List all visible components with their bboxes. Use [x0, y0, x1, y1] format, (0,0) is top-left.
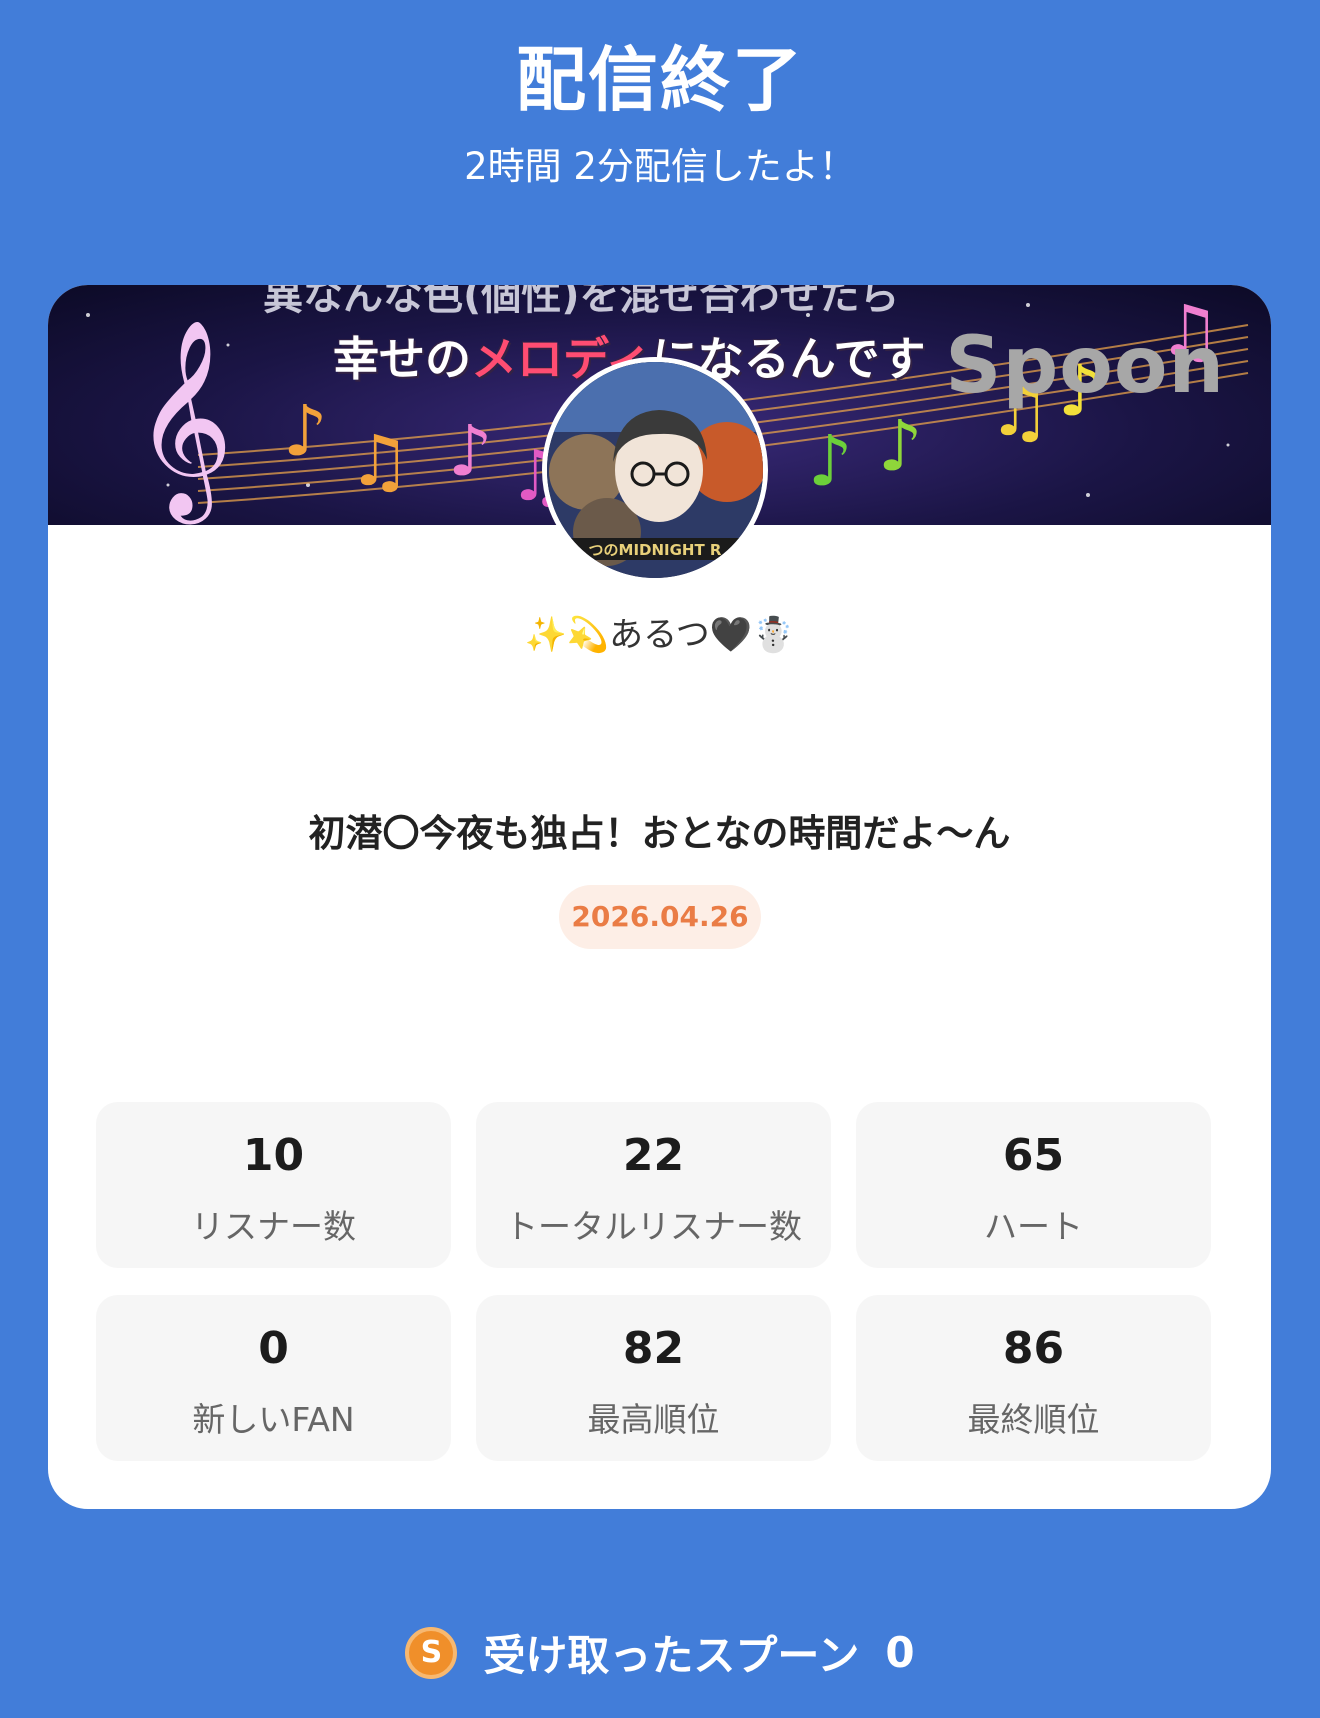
avatar-image: つのMIDNIGHT R — [547, 362, 763, 578]
stat-label: 最終順位 — [967, 1400, 1100, 1439]
stat-value: 65 — [1002, 1130, 1065, 1181]
svg-text:♪: ♪ — [283, 390, 328, 472]
svg-text:♪: ♪ — [808, 420, 853, 502]
svg-text:♪: ♪ — [878, 405, 923, 487]
stat-value: 82 — [622, 1323, 685, 1374]
broadcast-duration: 2時間 2分配信したよ！ — [464, 145, 856, 188]
stat-card-listeners: 10 リスナー数 — [96, 1102, 451, 1268]
stat-label: ハート — [984, 1207, 1083, 1246]
stat-label: 最高順位 — [587, 1400, 720, 1439]
stat-value: 10 — [242, 1130, 305, 1181]
banner-caption-top: 異なんな色(個性)を混ぜ合わせたら — [263, 285, 900, 319]
stat-card-hearts: 65 ハート — [856, 1102, 1211, 1268]
broadcast-title: 初潜〇今夜も独占！おとなの時間だよ〜ん — [308, 812, 1011, 855]
spoon-coin-icon: S — [405, 1626, 458, 1679]
svg-text:𝄞: 𝄞 — [133, 318, 233, 524]
spoons-received-label: 受け取ったスプーン — [483, 1631, 860, 1680]
date-badge: 2026.04.26 — [559, 885, 761, 949]
page-title: 配信終了 — [516, 39, 804, 121]
svg-text:つのMIDNIGHT R: つのMIDNIGHT R — [589, 541, 722, 559]
stat-label: リスナー数 — [191, 1207, 356, 1246]
spoons-received: S 受け取ったスプーン 0 — [0, 1622, 1320, 1682]
stat-value: 86 — [1002, 1323, 1065, 1374]
svg-text:♫: ♫ — [348, 420, 411, 502]
avatar[interactable]: つのMIDNIGHT R — [542, 357, 768, 583]
stat-card-final-rank: 86 最終順位 — [856, 1295, 1211, 1461]
stat-value: 0 — [258, 1323, 289, 1374]
stat-card-best-rank: 82 最高順位 — [476, 1295, 831, 1461]
stat-label: 新しいFAN — [192, 1400, 355, 1439]
stat-card-total-listeners: 22 トータルリスナー数 — [476, 1102, 831, 1268]
stat-card-new-fans: 0 新しいFAN — [96, 1295, 451, 1461]
stat-value: 22 — [622, 1130, 685, 1181]
spoon-logo: Spoon — [945, 321, 1225, 411]
spoons-received-count: 0 — [885, 1628, 915, 1677]
broadcast-summary-card: 𝄞 ♪ ♫ ♪ ♫ ♪ ♪ ♫ ♪ ♫ 異なんな色(個性)を混ぜ合わせたら 幸せ… — [48, 285, 1271, 1509]
stat-label: トータルリスナー数 — [505, 1207, 802, 1246]
svg-text:♪: ♪ — [448, 410, 493, 492]
username: ✨💫あるつ🖤☃️ — [524, 615, 795, 655]
